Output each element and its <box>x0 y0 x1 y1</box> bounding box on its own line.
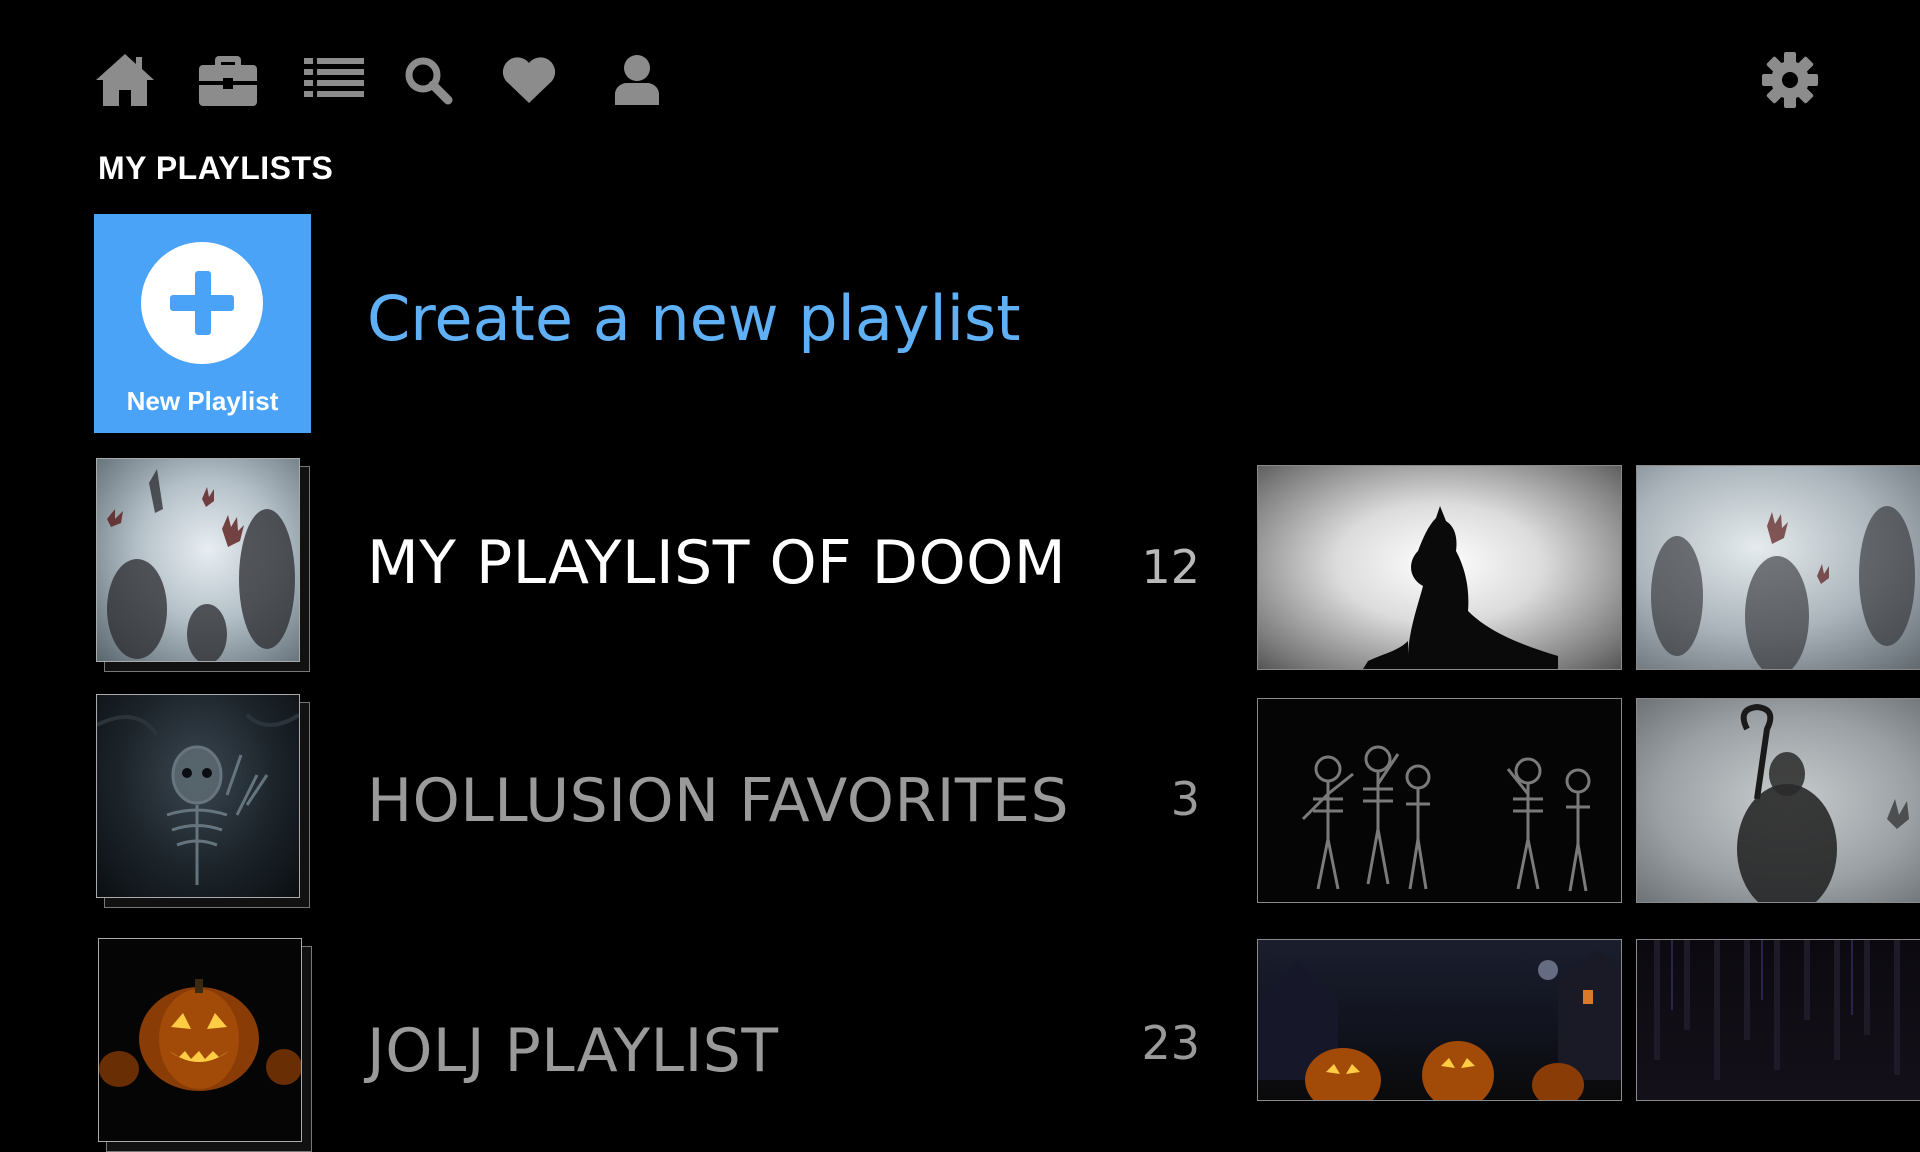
playlist-row-doom[interactable]: MY PLAYLIST OF DOOM 12 <box>0 456 1920 676</box>
playlist-count: 12 <box>1141 540 1200 594</box>
create-playlist-link[interactable]: Create a new playlist <box>367 282 1021 355</box>
video-thumbnail[interactable] <box>1636 465 1920 670</box>
video-thumbnail[interactable] <box>1257 465 1622 670</box>
video-thumbnail[interactable] <box>1257 698 1622 903</box>
new-playlist-label: New Playlist <box>126 386 279 416</box>
playlist-cover <box>96 458 310 672</box>
playlist-row-jolj[interactable]: JOLJ PLAYLIST 23 <box>0 936 1920 1152</box>
section-title: MY PLAYLISTS <box>98 150 334 186</box>
briefcase-icon[interactable] <box>196 50 260 110</box>
new-playlist-button[interactable]: New Playlist <box>94 214 311 433</box>
heart-icon[interactable] <box>497 50 561 110</box>
video-thumbnail[interactable] <box>1257 939 1622 1101</box>
playlist-count: 23 <box>1141 1016 1200 1070</box>
video-thumbnail[interactable] <box>1636 698 1920 903</box>
playlist-name: HOLLUSION FAVORITES <box>367 766 1070 836</box>
playlist-cover <box>98 938 312 1152</box>
playlist-row-hollusion[interactable]: HOLLUSION FAVORITES 3 <box>0 692 1920 912</box>
home-icon[interactable] <box>93 50 157 110</box>
video-thumbnail[interactable] <box>1636 939 1920 1101</box>
playlist-name: MY PLAYLIST OF DOOM <box>367 528 1067 598</box>
plus-icon <box>141 242 263 364</box>
playlist-count: 3 <box>1170 772 1200 826</box>
gear-icon[interactable] <box>1758 50 1822 110</box>
playlist-name: JOLJ PLAYLIST <box>367 1016 779 1086</box>
search-icon[interactable] <box>396 50 460 110</box>
playlist-cover <box>96 694 310 908</box>
user-icon[interactable] <box>605 50 669 110</box>
list-icon[interactable] <box>302 50 366 110</box>
